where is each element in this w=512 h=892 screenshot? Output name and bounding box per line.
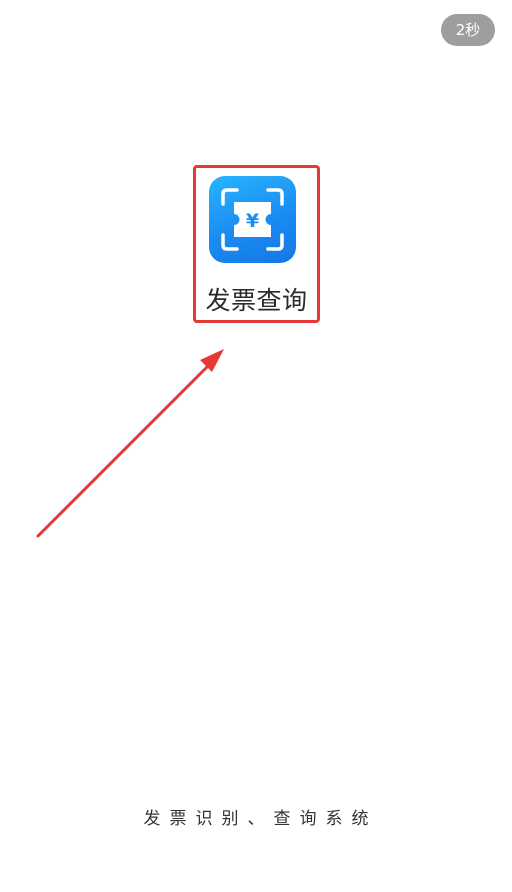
invoice-scan-icon[interactable]: ¥ — [209, 176, 296, 263]
footer-tagline: 发票识别、查询系统 — [143, 809, 378, 829]
pointer-arrow-annotation — [36, 349, 224, 538]
app-name-label[interactable]: 发票查询 — [193, 284, 320, 318]
splash-screen: 2秒 ¥ 发票查询 发票识别、查询系统 — [0, 0, 512, 892]
skip-countdown-button[interactable]: 2秒 — [441, 14, 495, 46]
yen-glyph: ¥ — [246, 210, 259, 232]
invoice-scan-graphic: ¥ — [221, 188, 284, 251]
